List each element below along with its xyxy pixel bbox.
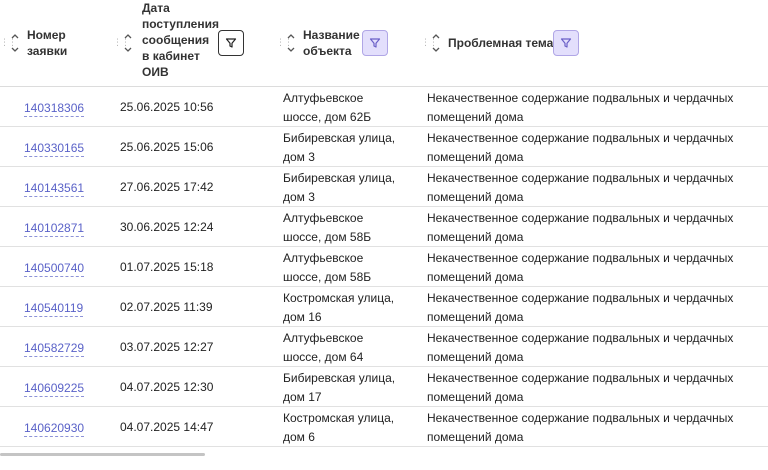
column-header-label-line: заявки	[27, 44, 68, 58]
table-row[interactable]: 140500740 01.07.2025 15:18 Алтуфьевское шо…	[0, 247, 768, 287]
request-number-cell: 140143561	[24, 167, 85, 207]
table-row[interactable]: 140318306 25.06.2025 10:56 Алтуфьевское шо…	[0, 87, 768, 127]
problem-topic-cell: Некачественное содержание подвальных и ч…	[427, 91, 734, 124]
received-date-cell: 04.07.2025 14:47	[120, 419, 214, 434]
request-number-cell: 140500740	[24, 247, 85, 287]
table-header: ⋮⋮ Номер заявки ⋮⋮ Дата поступления сообщения в…	[0, 0, 768, 87]
request-number-cell: 140620930	[24, 407, 85, 447]
received-date-cell: 02.07.2025 11:39	[120, 299, 213, 314]
filter-icon	[560, 37, 572, 49]
request-number-cell: 140540119	[24, 287, 84, 327]
table-row[interactable]: 140620930 04.07.2025 14:47 Костромская ули…	[0, 407, 768, 447]
object-name-cell: Бибиревская улица, дом 17	[283, 371, 396, 404]
object-name-cell: Алтуфьевское шоссе, дом 64	[283, 331, 364, 364]
received-date-cell: 25.06.2025 10:56	[120, 99, 214, 114]
object-name-cell: Бибиревская улица, дом 3	[283, 171, 396, 204]
received-date-cell: 01.07.2025 15:18	[120, 259, 214, 274]
horizontal-scrollbar[interactable]	[0, 453, 205, 456]
column-header-label-line: ОИВ	[142, 65, 169, 79]
column-header-label[interactable]: Название объекта	[303, 27, 360, 59]
table-body: 140318306 25.06.2025 10:56 Алтуфьевское шо…	[0, 87, 768, 447]
sort-arrows-icon[interactable]	[286, 29, 296, 57]
object-name-cell: Алтуфьевское шоссе, дом 58Б	[283, 211, 372, 244]
request-number-link[interactable]: 140609225	[24, 377, 85, 397]
filter-icon	[369, 37, 381, 49]
column-header-label[interactable]: Дата поступления сообщения в кабинет ОИВ	[142, 0, 219, 80]
table-row[interactable]: 140609225 04.07.2025 12:30 Бибиревская ули…	[0, 367, 768, 407]
filter-button[interactable]	[362, 30, 388, 56]
table-row[interactable]: 140540119 02.07.2025 11:39 Костромская ули…	[0, 287, 768, 327]
column-header-label-line: Проблемная тема	[448, 36, 554, 50]
received-date-cell: 27.06.2025 17:42	[120, 179, 214, 194]
sort-arrows-icon[interactable]	[10, 29, 20, 57]
problem-topic-cell: Некачественное содержание подвальных и ч…	[427, 331, 734, 364]
request-number-link[interactable]: 140620930	[24, 417, 85, 437]
received-date-cell: 04.07.2025 12:30	[120, 379, 214, 394]
received-date-cell: 30.06.2025 12:24	[120, 219, 214, 234]
received-date-cell: 25.06.2025 15:06	[120, 139, 214, 154]
received-date-cell: 03.07.2025 12:27	[120, 339, 214, 354]
table-row[interactable]: 140143561 27.06.2025 17:42 Бибиревская ули…	[0, 167, 768, 207]
request-number-link[interactable]: 140318306	[24, 97, 85, 117]
request-number-cell: 140318306	[24, 87, 85, 127]
sort-arrows-icon[interactable]	[123, 29, 133, 57]
object-name-cell: Алтуфьевское шоссе, дом 58Б	[283, 251, 372, 284]
drag-handle-icon[interactable]: ⋮⋮	[421, 38, 438, 47]
column-header-label-line: сообщения	[142, 33, 210, 47]
object-name-cell: Бибиревская улица, дом 3	[283, 131, 396, 164]
filter-icon	[225, 37, 237, 49]
column-header-label-line: в кабинет	[142, 49, 200, 63]
request-number-link[interactable]: 140143561	[24, 177, 85, 197]
drag-handle-icon[interactable]: ⋮⋮	[276, 38, 293, 47]
object-name-cell: Костромская улица, дом 6	[283, 411, 395, 444]
object-name-cell: Алтуфьевское шоссе, дом 62Б	[283, 91, 372, 124]
table-row[interactable]: 140330165 25.06.2025 15:06 Бибиревская ули…	[0, 127, 768, 167]
column-header-label-line: Название	[303, 28, 360, 42]
problem-topic-cell: Некачественное содержание подвальных и ч…	[427, 371, 734, 404]
filter-button[interactable]	[553, 30, 579, 56]
problem-topic-cell: Некачественное содержание подвальных и ч…	[427, 291, 734, 324]
problem-topic-cell: Некачественное содержание подвальных и ч…	[427, 171, 734, 204]
request-number-link[interactable]: 140540119	[24, 297, 84, 317]
request-number-cell: 140582729	[24, 327, 85, 367]
request-number-link[interactable]: 140500740	[24, 257, 85, 277]
table-row[interactable]: 140582729 03.07.2025 12:27 Алтуфьевское шо…	[0, 327, 768, 367]
request-number-link[interactable]: 140102871	[24, 217, 85, 237]
problem-topic-cell: Некачественное содержание подвальных и ч…	[427, 411, 734, 444]
column-header-label-line: Дата	[142, 1, 170, 15]
problem-topic-cell: Некачественное содержание подвальных и ч…	[427, 131, 734, 164]
object-name-cell: Костромская улица, дом 16	[283, 291, 395, 324]
drag-handle-icon[interactable]: ⋮⋮	[113, 38, 130, 47]
column-header-label-line: поступления	[142, 17, 219, 31]
column-header-label-line: объекта	[303, 44, 352, 58]
column-header-label[interactable]: Проблемная тема	[448, 35, 553, 51]
filter-button[interactable]	[218, 30, 244, 56]
column-header-label[interactable]: Номер заявки	[27, 27, 67, 59]
requests-table: ⋮⋮ Номер заявки ⋮⋮ Дата поступления сообщения в…	[0, 0, 768, 447]
request-number-link[interactable]: 140582729	[24, 337, 85, 357]
request-number-cell: 140102871	[24, 207, 85, 247]
sort-arrows-icon[interactable]	[431, 29, 441, 57]
column-header-label-line: Номер	[27, 28, 66, 42]
drag-handle-icon[interactable]: ⋮⋮	[0, 38, 17, 47]
request-number-cell: 140609225	[24, 367, 85, 407]
table-row[interactable]: 140102871 30.06.2025 12:24 Алтуфьевское шо…	[0, 207, 768, 247]
problem-topic-cell: Некачественное содержание подвальных и ч…	[427, 251, 734, 284]
request-number-cell: 140330165	[24, 127, 85, 167]
problem-topic-cell: Некачественное содержание подвальных и ч…	[427, 211, 734, 244]
request-number-link[interactable]: 140330165	[24, 137, 85, 157]
